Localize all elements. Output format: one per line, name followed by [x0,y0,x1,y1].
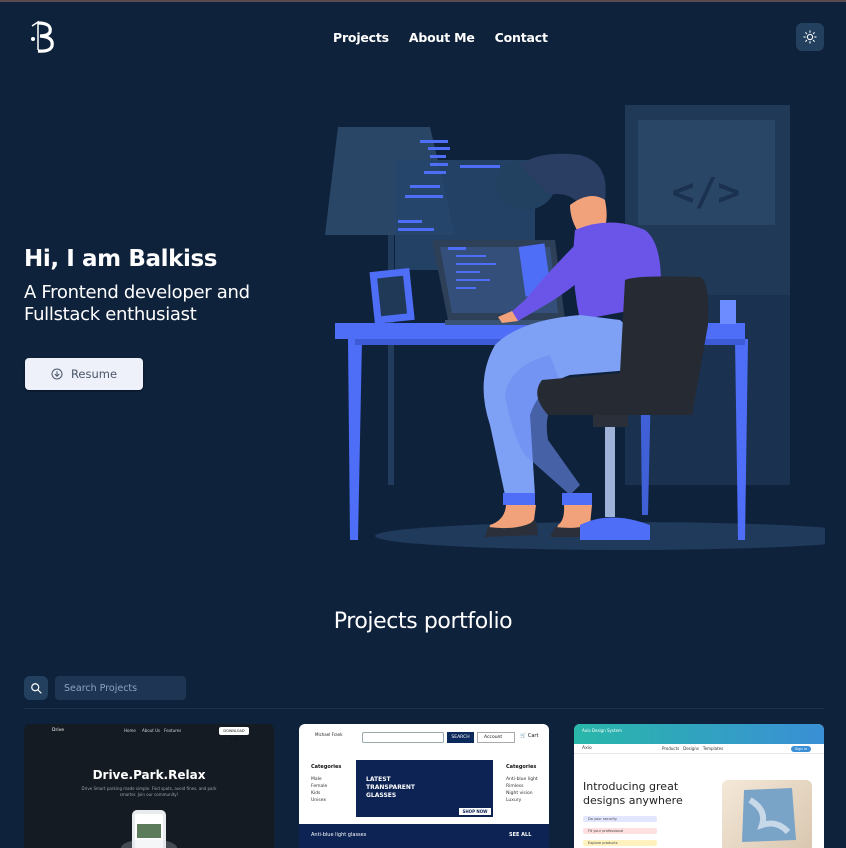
card-pill: Fit your professional [583,828,657,834]
card-nav-links: Products Designs Templates [662,746,723,751]
card-brand: Axio [582,746,592,751]
project-card-drive[interactable]: Drive Home About Us Features DOWNLOAD NO… [24,724,274,848]
search-button[interactable] [24,676,48,700]
hero-title: Hi, I am Balkiss [24,246,218,272]
card-search-field [362,732,444,743]
card-nav-link: About Us [142,728,161,733]
card-top-bar: Axio Design System [574,724,824,744]
card-navbar: Axio Products Designs Templates Sign in [574,744,824,754]
category-item: Luxury [506,798,522,803]
svg-text:</>: </> [672,170,741,214]
nav-contact[interactable]: Contact [495,30,548,45]
developer-illustration: </> [325,105,825,550]
resume-button[interactable]: Resume [25,358,143,390]
category-item: Unisex [311,798,327,803]
category-item: Female [311,784,328,789]
card-shop-now: SHOP NOW [459,808,491,815]
card-signin: Sign in [791,746,811,752]
card-categories-list-right: Anti-blue light Rimless Night vision Lux… [506,776,538,804]
category-item: Night vision [506,791,533,796]
card-categories-list-left: Male Female Kids Unisex [311,776,327,804]
card-strip-link: SEE ALL [509,832,532,838]
card-categories-title: Categories [311,764,342,770]
card-banner-text: LATEST TRANSPARENT GLASSES [366,776,416,799]
card-laptop-image [722,780,812,848]
card-nav-link: Templates [702,746,724,751]
card-headline: Drive.Park.Relax [92,768,206,782]
card-logo: Michael Frank [315,732,343,737]
card-strip: Anti-blue light glasses SEE ALL [299,824,549,848]
card-tagline: Drive Smart parking made simple. Find sp… [81,786,217,797]
laptop-art-image [742,788,796,842]
nav-about-me[interactable]: About Me [409,30,475,45]
card-banner: LATEST TRANSPARENT GLASSES SHOP NOW [356,760,493,817]
card-nav-link: Features [164,728,182,733]
card-pills: Do your security Fit your professional E… [583,816,657,848]
card-pill: Explore products [583,840,657,846]
window-top-border [0,0,846,2]
category-item: Rimless [506,784,524,789]
project-card-glasses-shop[interactable]: Michael Frank SEARCH Account 🛒 Cart Cate… [299,724,549,848]
phone-mockup-image [121,810,177,848]
project-card-design-system[interactable]: Axio Design System Axio Products Designs… [574,724,824,848]
hero-subtitle: A Frontend developer and Fullstack enthu… [24,282,250,325]
card-nav-link: Home [124,728,136,733]
card-account: Account [477,732,515,743]
category-item: Kids [311,791,321,796]
card-search-button: SEARCH [447,732,474,743]
card-download-button: DOWNLOAD NOW [219,727,249,741]
card-pill: Do your security [583,816,657,822]
category-item: Anti-blue light [506,777,538,782]
sun-icon [803,30,817,44]
resume-label: Resume [70,367,118,381]
logo[interactable] [26,20,58,54]
card-categories-title-right: Categories [506,764,537,770]
download-circle-icon [51,368,63,380]
nav-projects[interactable]: Projects [333,30,389,45]
theme-toggle-button[interactable] [796,23,824,51]
section-divider [24,708,824,709]
card-cart-label: Cart [527,733,539,739]
card-nav-link: Products [662,746,680,751]
card-cart: 🛒 Cart [520,733,539,739]
card-strip-label: Anti-blue light glasses [311,832,367,838]
category-item: Male [311,777,322,782]
card-headline: Introducing great designs anywhere [583,780,683,807]
main-nav: Projects About Me Contact [333,30,548,45]
card-top-text: Axio Design System [582,728,622,733]
card-nav-link: Designs [683,746,700,751]
card-brand: Drive [52,728,64,733]
search-projects-input[interactable] [55,676,186,700]
search-icon [31,683,42,694]
portfolio-title: Projects portfolio [333,609,513,634]
